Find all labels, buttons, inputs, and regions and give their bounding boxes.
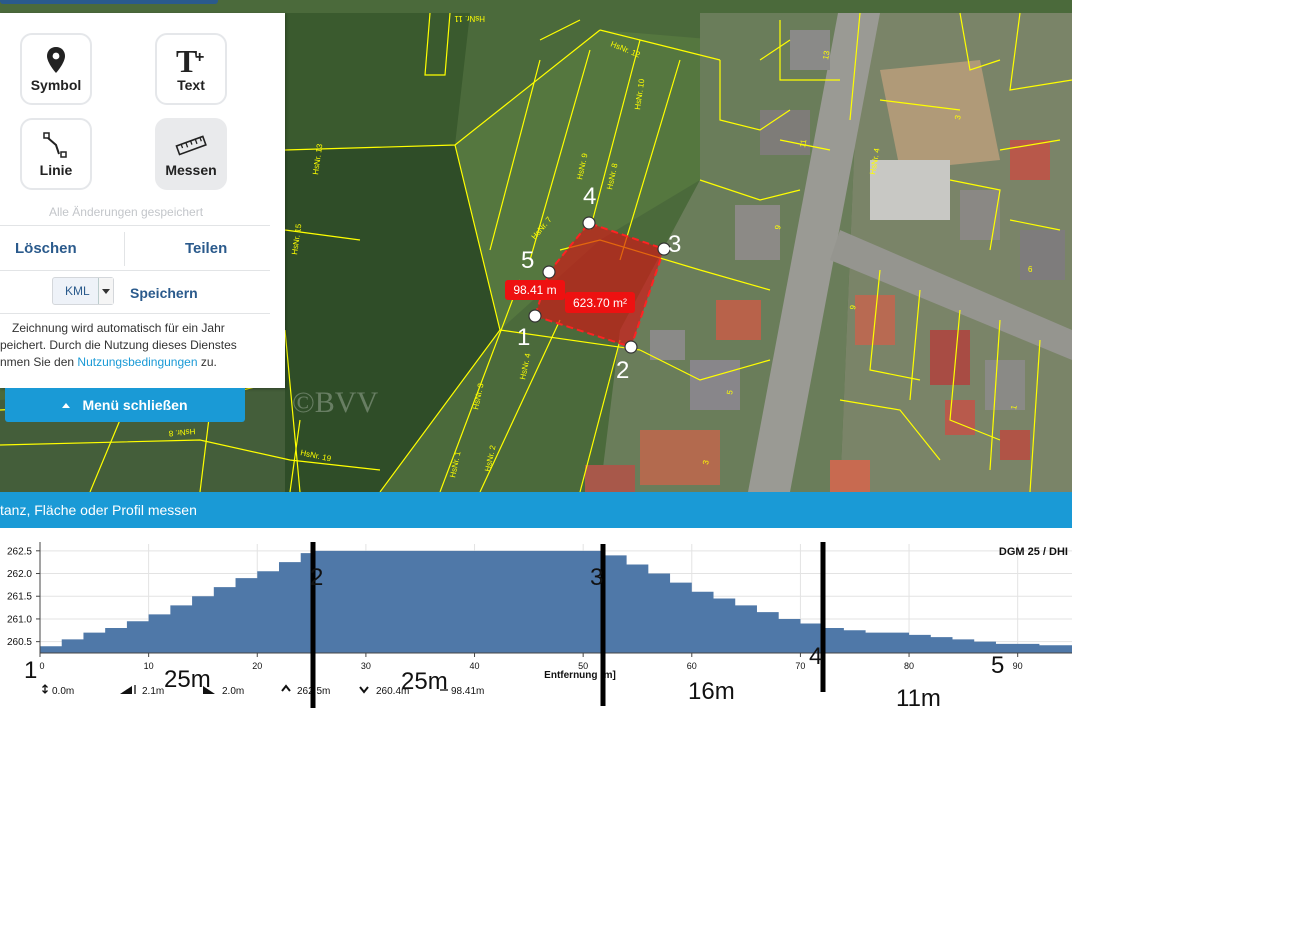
y-tick-label-2: 261.5: [7, 592, 32, 603]
disclaimer-line-2: peichert. Durch die Nutzung dieses Diens…: [0, 338, 237, 352]
x-tick-label-7: 70: [795, 661, 805, 671]
disclaimer-text: Zeichnung wird automatisch für ein Jahr …: [0, 320, 270, 371]
annotation-point-3: 3: [590, 564, 604, 591]
ascent-icon: [120, 686, 132, 694]
construction-site: [880, 60, 1000, 170]
svg-text:+: +: [195, 49, 204, 66]
drawing-tools-panel: Symbol T + Text Linie Messen Alle Änderu…: [0, 13, 285, 388]
save-button[interactable]: Speichern: [130, 285, 198, 301]
svg-text:1: 1: [517, 324, 530, 351]
annotation-point-1: 1: [24, 657, 38, 684]
x-tick-label-0: 0: [39, 661, 44, 671]
max-elevation-stat: 262.5m: [281, 684, 330, 697]
caret-up-icon: [62, 403, 71, 408]
saved-status-text: Alle Änderungen gespeichert: [48, 205, 204, 219]
up-down-arrow-icon: [42, 684, 48, 694]
terms-link[interactable]: Nutzungsbedingungen: [77, 355, 197, 369]
distance-label: 98.41 m: [513, 283, 556, 297]
x-tick-label-9: 90: [1013, 661, 1023, 671]
format-select[interactable]: KML: [52, 277, 114, 305]
chevron-down-icon[interactable]: [98, 278, 113, 304]
svg-text:6: 6: [1028, 265, 1033, 274]
svg-text:4: 4: [583, 183, 596, 210]
ascent-value: 2.1m: [142, 686, 164, 697]
chevron-down-icon: [359, 686, 369, 694]
y-tick-label-4: 262.5: [7, 546, 32, 557]
vertex-1-handle[interactable]: [528, 309, 542, 323]
text-tool-label: Text: [177, 77, 205, 93]
length-value: 98.41m: [451, 686, 484, 697]
vertex-2-handle[interactable]: [624, 340, 638, 354]
field-dark: [285, 13, 470, 150]
disclaimer-line-3-start: nmen Sie den: [0, 355, 75, 369]
disclaimer-line-1: Zeichnung wird automatisch für ein Jahr: [12, 321, 225, 335]
annotation-segment-2-3: 25m: [401, 668, 448, 695]
svg-text:HsNr. 11: HsNr. 11: [454, 14, 485, 23]
x-tick-label-6: 60: [687, 661, 697, 671]
annotation-segment-3-4: 16m: [688, 678, 735, 705]
x-tick-label-8: 80: [904, 661, 914, 671]
x-tick-label-4: 40: [470, 661, 480, 671]
y-tick-label-0: 260.5: [7, 637, 32, 648]
annotation-point-4: 4: [809, 643, 823, 670]
y-tick-label-1: 261.0: [7, 614, 32, 625]
close-menu-button[interactable]: Menü schließen: [5, 388, 245, 422]
symbol-tool-label: Symbol: [30, 77, 82, 93]
delete-button[interactable]: Löschen: [15, 240, 77, 257]
annotation-segment-1-2: 25m: [164, 666, 211, 693]
divider-middle: [0, 270, 270, 271]
large-building: [870, 160, 950, 220]
elevation-area-series[interactable]: [40, 550, 1072, 653]
area-label: 623.70 m²: [573, 296, 627, 310]
measure-tool-label: Messen: [165, 162, 217, 178]
annotation-point-5: 5: [991, 652, 1005, 679]
text-plus-icon: T +: [176, 45, 204, 75]
descent-value: 2.0m: [222, 686, 244, 697]
annotation-point-2: 2: [310, 564, 324, 591]
measure-tool-button[interactable]: Messen: [155, 118, 227, 190]
top-bar-accent: [0, 0, 218, 4]
x-tick-label-1: 10: [144, 661, 154, 671]
button-separator: [124, 232, 125, 266]
line-tool-label: Linie: [39, 162, 73, 178]
ascent-stat: 2.1m: [120, 685, 164, 697]
measure-tool-bar: tanz, Fläche oder Profil messen: [0, 492, 1072, 528]
svg-text:5: 5: [521, 247, 534, 274]
y-tick-label-3: 262.0: [7, 569, 32, 580]
line-tool-button[interactable]: Linie: [20, 118, 92, 190]
svg-text:2: 2: [616, 357, 629, 384]
measure-bar-title: tanz, Fläche oder Profil messen: [0, 502, 197, 518]
chart-title: DGM 25 / DHI: [999, 546, 1068, 558]
svg-text:3: 3: [668, 231, 681, 258]
vertex-4-handle[interactable]: [582, 216, 596, 230]
map-watermark: ©BVV: [292, 386, 378, 419]
line-icon: [43, 132, 67, 158]
x-tick-label-2: 20: [252, 661, 262, 671]
height-difference-value: 0.0m: [52, 686, 74, 697]
chevron-up-icon: [281, 684, 291, 692]
vertex-5-handle[interactable]: [542, 265, 556, 279]
height-difference-stat: 0.0m: [42, 684, 74, 697]
text-tool-button[interactable]: T + Text: [155, 33, 227, 105]
divider-bottom: [0, 313, 270, 314]
disclaimer-line-3: nmen Sie den Nutzungsbedingungen zu.: [0, 354, 270, 371]
share-button[interactable]: Teilen: [185, 240, 227, 257]
x-tick-label-3: 30: [361, 661, 371, 671]
symbol-tool-button[interactable]: Symbol: [20, 33, 92, 105]
close-menu-label: Menü schließen: [82, 397, 188, 413]
annotation-segment-4-5: 11m: [896, 685, 941, 712]
map-marker-icon: [47, 47, 65, 73]
ruler-icon: [175, 135, 207, 156]
disclaimer-line-3-end: zu.: [200, 355, 217, 369]
divider-top: [0, 225, 270, 226]
format-select-value: KML: [65, 284, 90, 298]
